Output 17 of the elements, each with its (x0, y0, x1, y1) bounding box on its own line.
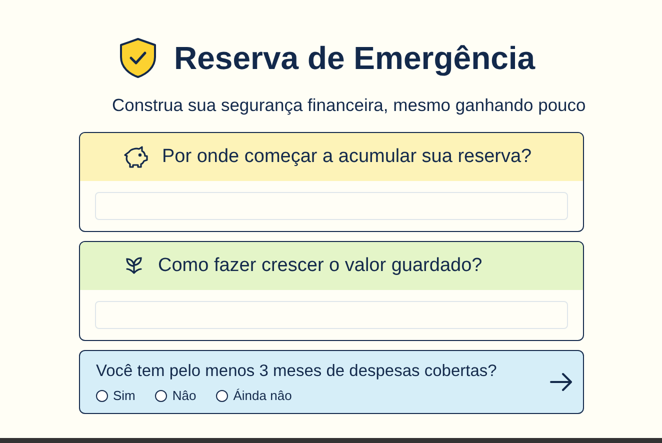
radio-button[interactable] (155, 390, 168, 402)
radio-option[interactable]: Nâo (155, 386, 196, 406)
radio-button[interactable] (216, 390, 228, 402)
subtitle: Construa sua segurança financeira, mesmo ganhando pouco (111, 94, 587, 117)
arrow-right-icon[interactable] (549, 371, 573, 394)
answer-field[interactable] (95, 301, 568, 330)
page-title: Reserva de Emergência (174, 39, 536, 78)
shield-check-icon (118, 37, 158, 79)
card-title: Como fazer crescer o valor guardado? (158, 254, 482, 278)
answer-field[interactable] (95, 192, 568, 220)
radio-option[interactable]: Sim (96, 386, 136, 406)
quiz-question: Você tem pelo menos 3 meses de despesas cobertas? (96, 361, 498, 382)
card-title: Por onde começar a acumular sua reserva? (162, 145, 532, 169)
piggy-bank-icon (124, 146, 148, 168)
radio-option[interactable]: Áinda nâo (216, 386, 292, 406)
radio-button[interactable] (96, 390, 108, 402)
sprout-icon (124, 257, 144, 276)
